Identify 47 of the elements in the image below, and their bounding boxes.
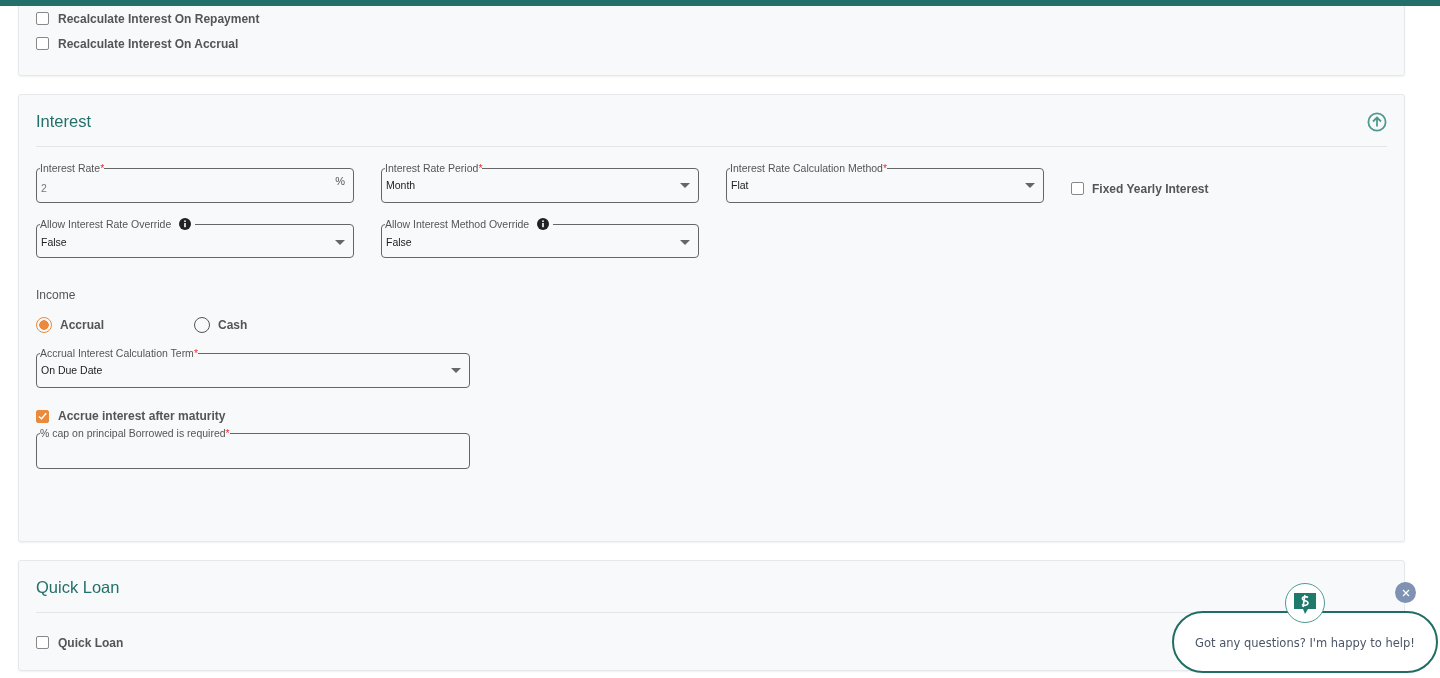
checkbox[interactable] <box>36 37 49 50</box>
checkbox[interactable] <box>1071 182 1084 195</box>
group-label: Income <box>36 288 77 302</box>
info-icon[interactable] <box>537 218 550 230</box>
checkbox-label[interactable]: Accrue interest after maturity <box>58 409 226 423</box>
field-label: Interest Rate Calculation Method <box>730 163 883 173</box>
dropdown[interactable]: Allow Interest Method Override False <box>381 218 699 258</box>
field-label: Allow Interest Rate Override <box>40 219 172 229</box>
radio-label[interactable]: Cash <box>218 318 248 332</box>
checkbox[interactable] <box>36 636 49 649</box>
caret-icon <box>451 367 461 373</box>
unit-label: % <box>335 175 345 187</box>
collapse-icon[interactable] <box>1367 111 1387 132</box>
checkbox-label[interactable]: Quick Loan <box>58 635 124 650</box>
checkbox[interactable] <box>36 409 49 423</box>
required-mark: * <box>478 163 483 173</box>
checkbox-label[interactable]: Recalculate Interest On Accrual <box>58 36 239 51</box>
radio-label[interactable]: Accrual <box>60 318 105 332</box>
checkbox[interactable] <box>36 12 49 25</box>
input-field[interactable]: % cap on principal Borrowed is required* <box>36 428 470 469</box>
close-icon <box>1401 588 1410 597</box>
dropdown[interactable]: Interest Rate Calculation Method* Flat <box>726 163 1044 203</box>
checkbox-label[interactable]: Fixed Yearly Interest <box>1092 181 1209 196</box>
caret-icon <box>335 239 345 245</box>
required-mark: * <box>100 163 105 173</box>
dropdown[interactable]: Accrual Interest Calculation Term* On Due Date <box>36 348 470 388</box>
field-label: Interest Rate <box>40 163 101 173</box>
checkbox-label[interactable]: Recalculate Interest On Repayment <box>58 11 260 26</box>
radio-button[interactable] <box>36 317 52 333</box>
required-mark: * <box>882 163 887 173</box>
field-label: Interest Rate Period <box>385 163 479 173</box>
dropdown[interactable]: Allow Interest Rate Override False <box>36 218 354 258</box>
section-title: Interest <box>36 112 92 131</box>
check-icon <box>37 410 48 422</box>
info-icon[interactable] <box>179 218 192 230</box>
required-mark: * <box>193 348 198 358</box>
field-label: Accrual Interest Calculation Term <box>40 348 194 358</box>
field-label: % cap on principal Borrowed is required <box>40 428 226 438</box>
dropdown[interactable]: Interest Rate Period* Month <box>381 163 699 203</box>
caret-icon <box>680 182 690 188</box>
caret-icon <box>1025 182 1035 188</box>
input-field[interactable]: Interest Rate* 2 % <box>36 163 354 203</box>
chat-bubble[interactable]: Got any questions? I'm happy to help! <box>1172 611 1438 673</box>
caret-icon <box>680 239 690 245</box>
field-label: Allow Interest Method Override <box>385 219 530 229</box>
required-mark: * <box>225 428 230 438</box>
section-title: Quick Loan <box>36 578 120 597</box>
